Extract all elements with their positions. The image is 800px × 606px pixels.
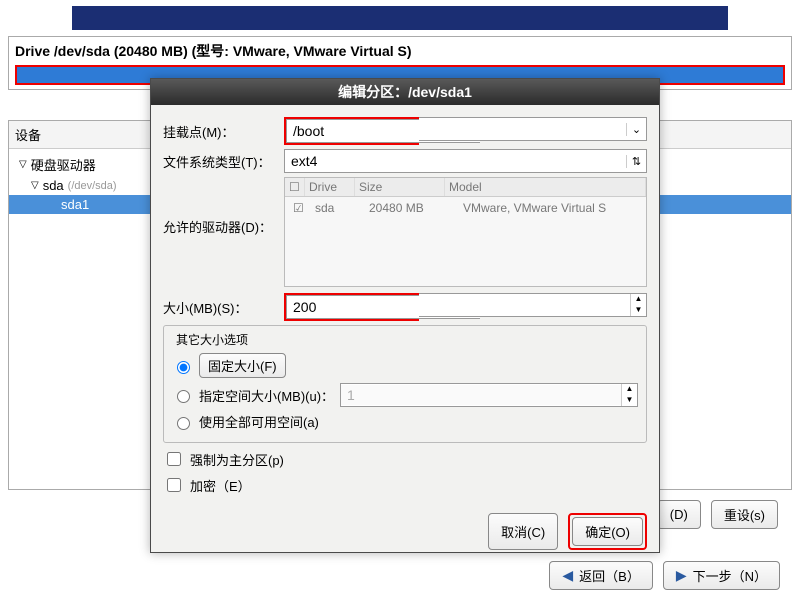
checkbox-icon[interactable]: ☑ <box>293 201 304 215</box>
mount-point-rest[interactable] <box>419 119 626 139</box>
check-primary[interactable] <box>167 452 181 466</box>
ok-button[interactable]: 确定(O) <box>572 517 643 546</box>
check-encrypt-label: 加密（E） <box>190 476 251 495</box>
size-label: 大小(MB)(S)： <box>163 298 278 317</box>
fstype-label: 文件系统类型(T)： <box>163 152 278 171</box>
radio-fixed[interactable] <box>177 361 190 374</box>
tree-root-label: 硬盘驱动器 <box>31 155 96 174</box>
chevron-down-icon: ▽ <box>31 180 39 191</box>
back-label: 返回（B） <box>579 566 640 585</box>
arrow-left-icon: ◀ <box>562 567 573 584</box>
drive-size: 20480 MB <box>365 199 455 217</box>
check-encrypt[interactable] <box>167 478 181 492</box>
drive-row[interactable]: ☑ sda 20480 MB VMware, VMware Virtual S <box>285 197 646 219</box>
size-input-rest[interactable] <box>419 295 630 315</box>
next-button[interactable]: ▶ 下一步（N） <box>663 561 780 590</box>
fstype-select[interactable] <box>285 151 626 171</box>
tree-node-label: sda <box>43 178 64 193</box>
top-banner <box>72 6 728 30</box>
size-options-group: 其它大小选项 固定大小(F) 指定空间大小(MB)(u)： ▲▼ 使用全部可用空… <box>163 325 647 443</box>
spin-down-icon: ▼ <box>622 395 637 406</box>
radio-fillup-label: 指定空间大小(MB)(u)： <box>199 386 334 405</box>
updown-icon[interactable]: ⇅ <box>626 155 646 168</box>
edit-partition-dialog: 编辑分区：/dev/sda1 挂载点(M)： ⌄ 文件系统类型(T)： ⇅ <box>150 78 660 553</box>
arrow-right-icon: ▶ <box>676 567 687 584</box>
back-button[interactable]: ◀ 返回（B） <box>549 561 652 590</box>
drive-name: sda <box>311 199 361 217</box>
chevron-down-icon: ▽ <box>19 159 27 170</box>
radio-allspace[interactable] <box>177 417 190 430</box>
radio-fillup[interactable] <box>177 390 190 403</box>
allowed-drives-list: ☐ Drive Size Model ☑ sda 20480 MB VMware… <box>284 177 647 287</box>
radio-allspace-label: 使用全部可用空间(a) <box>199 412 319 431</box>
dialog-title: 编辑分区：/dev/sda1 <box>151 79 659 105</box>
d-button[interactable]: (D) <box>657 500 701 529</box>
cancel-button[interactable]: 取消(C) <box>488 513 558 550</box>
group-title: 其它大小选项 <box>172 331 252 348</box>
next-label: 下一步（N） <box>693 566 767 585</box>
spin-up-icon[interactable]: ▲ <box>631 294 646 305</box>
chevron-down-icon[interactable]: ⌄ <box>626 123 646 136</box>
column-model: Model <box>445 178 646 196</box>
drive-title: Drive /dev/sda (20480 MB) (型号: VMware, V… <box>15 41 785 61</box>
column-size: Size <box>355 178 445 196</box>
column-check: ☐ <box>289 180 300 194</box>
check-primary-label: 强制为主分区(p) <box>190 450 284 469</box>
spin-down-icon[interactable]: ▼ <box>631 305 646 316</box>
spin-up-icon: ▲ <box>622 384 637 395</box>
reset-button[interactable]: 重设(s) <box>711 500 778 529</box>
tree-leaf-label: sda1 <box>61 197 89 212</box>
drive-model: VMware, VMware Virtual S <box>459 199 642 217</box>
radio-fixed-label[interactable]: 固定大小(F) <box>199 353 286 378</box>
tree-node-devpath: (/dev/sda) <box>68 180 117 192</box>
fillup-value <box>341 385 621 405</box>
column-drive: Drive <box>305 178 355 196</box>
drives-label: 允许的驱动器(D)： <box>163 177 278 236</box>
mount-label: 挂载点(M)： <box>163 122 278 141</box>
